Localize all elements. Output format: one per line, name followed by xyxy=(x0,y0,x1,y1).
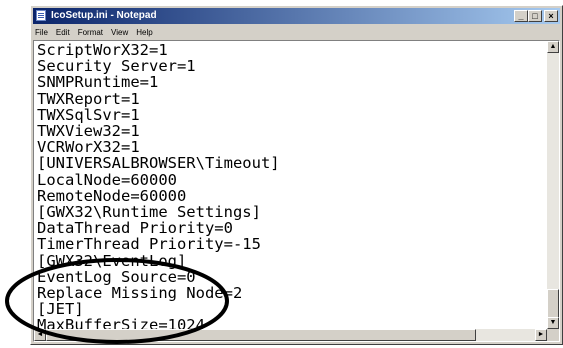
vertical-scrollbar[interactable]: ▲ ▼ xyxy=(547,41,559,329)
menu-format[interactable]: Format xyxy=(74,26,107,40)
menu-view[interactable]: View xyxy=(107,26,132,40)
notepad-window: IcoSetup.ini - Notepad _ □ × File Edit For… xyxy=(30,5,563,345)
size-grip[interactable] xyxy=(547,329,559,341)
text-line[interactable]: Security Server=1 xyxy=(37,58,280,74)
notepad-icon[interactable] xyxy=(36,10,46,21)
menu-file[interactable]: File xyxy=(33,26,52,40)
horizontal-scrollbar[interactable]: ◄ ► xyxy=(34,329,547,341)
text-line[interactable]: VCRWorX32=1 xyxy=(37,139,280,155)
menu-edit[interactable]: Edit xyxy=(52,26,74,40)
title-bar[interactable]: IcoSetup.ini - Notepad _ □ × xyxy=(33,8,560,24)
horizontal-scroll-thumb[interactable] xyxy=(46,329,476,341)
scroll-up-icon[interactable]: ▲ xyxy=(547,41,559,53)
minimize-button[interactable]: _ xyxy=(514,10,528,22)
text-line[interactable]: ScriptWorX32=1 xyxy=(37,42,280,58)
text-line[interactable]: SNMPRuntime=1 xyxy=(37,74,280,90)
text-line[interactable]: DataThread Priority=0 xyxy=(37,220,280,236)
vertical-scroll-thumb[interactable] xyxy=(547,289,559,319)
close-button[interactable]: × xyxy=(544,10,558,22)
text-line[interactable]: [GWX32\Runtime Settings] xyxy=(37,204,280,220)
text-line[interactable]: [JET] xyxy=(37,301,280,317)
text-line[interactable]: Replace Missing Node=2 xyxy=(37,285,280,301)
menu-bar: File Edit Format View Help xyxy=(33,26,560,40)
text-line[interactable]: TimerThread Priority=-15 xyxy=(37,236,280,252)
menu-help[interactable]: Help xyxy=(132,26,156,40)
text-line[interactable]: TWXSqlSvr=1 xyxy=(37,107,280,123)
document-text[interactable]: ScriptWorX32=1 Security Server=1 SNMPRunti… xyxy=(37,42,280,334)
scroll-right-icon[interactable]: ► xyxy=(535,329,547,341)
text-line[interactable]: TWXView32=1 xyxy=(37,123,280,139)
window-title: IcoSetup.ini - Notepad xyxy=(51,10,157,21)
text-line[interactable]: EventLog Source=0 xyxy=(37,269,280,285)
text-line[interactable]: [GWX32\EventLog] xyxy=(37,252,280,269)
scroll-left-icon[interactable]: ◄ xyxy=(34,329,46,341)
text-line[interactable]: LocalNode=60000 xyxy=(37,171,280,188)
maximize-button[interactable]: □ xyxy=(528,10,542,22)
text-line[interactable]: TWXReport=1 xyxy=(37,90,280,107)
text-line[interactable]: [UNIVERSALBROWSER\Timeout] xyxy=(37,155,280,171)
scroll-down-icon[interactable]: ▼ xyxy=(547,317,559,329)
text-line[interactable]: RemoteNode=60000 xyxy=(37,188,280,204)
text-editor[interactable]: ScriptWorX32=1 Security Server=1 SNMPRunti… xyxy=(33,40,560,342)
